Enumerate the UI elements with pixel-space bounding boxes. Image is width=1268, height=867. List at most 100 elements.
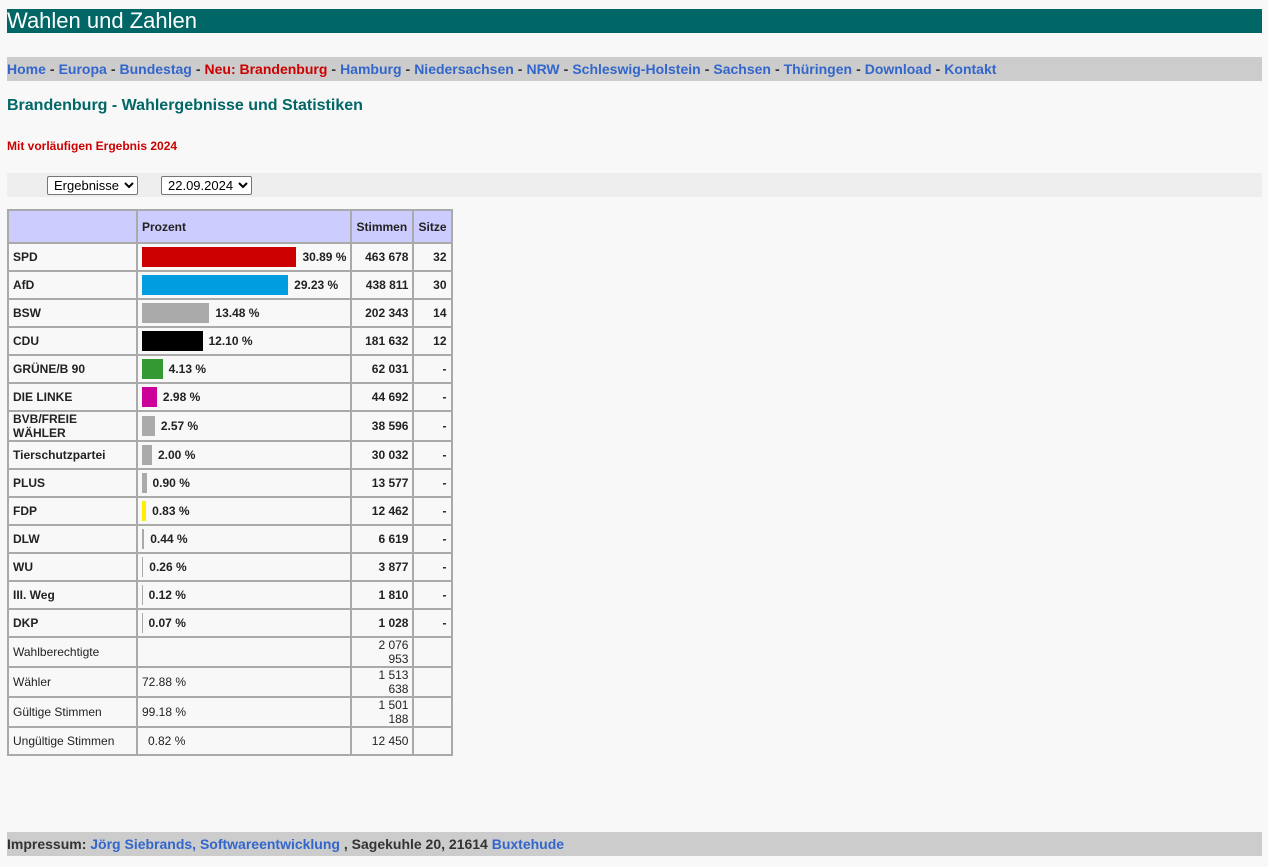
nav-link-bundestag[interactable]: Bundestag [119,61,191,77]
party-percent-bar [142,557,144,577]
party-percent-bar [142,613,143,633]
party-votes: 12 462 [350,496,415,526]
party-bar-wrap: 2.57 % [142,416,346,436]
party-votes: 13 577 [350,468,415,498]
party-votes: 44 692 [350,382,415,412]
nav-separator: - [517,61,523,77]
site-header: Wahlen und Zahlen [7,9,1262,33]
stats-row: Wähler 72.88 % 1 513 638 [7,666,453,698]
party-percent-cell: 29.23 % [135,270,353,300]
stats-value: 1 513 638 [350,666,415,698]
nav-link-home[interactable]: Home [7,61,46,77]
nav-link-schleswig-holstein[interactable]: Schleswig-Holstein [572,61,700,77]
party-seats: - [412,382,453,412]
party-row: WU 0.26 % 3 877- [7,552,453,582]
party-seats: - [412,354,453,384]
imprint-label: Impressum: [7,836,87,852]
party-votes: 62 031 [350,354,415,384]
date-select[interactable]: 22.09.2024 [161,176,252,195]
stats-empty [412,726,453,756]
nav-link-thuringen[interactable]: Thüringen [784,61,852,77]
nav-link-hamburg[interactable]: Hamburg [340,61,401,77]
party-row: DIE LINKE 2.98 % 44 692- [7,382,453,412]
nav-separator: - [774,61,780,77]
party-name: BSW [7,298,138,328]
party-seats: - [412,580,453,610]
party-seats: - [412,496,453,526]
party-row: CDU 12.10 % 181 632 12 [7,326,453,356]
party-votes: 3 877 [350,552,415,582]
party-percent-label: 29.23 % [294,278,339,292]
party-percent-label: 0.44 % [150,532,188,546]
party-name: WU [7,552,138,582]
party-percent-label: 2.98 % [162,390,201,404]
party-bar-wrap: 2.00 % [142,445,346,465]
nav-link-europa[interactable]: Europa [59,61,107,77]
nav-link-nrw[interactable]: NRW [526,61,559,77]
party-bar-wrap: 0.44 % [142,529,346,549]
imprint-city-link[interactable]: Buxtehude [492,836,564,852]
nav-link-download[interactable]: Download [865,61,932,77]
party-row: GRÜNE/B 90 4.13 % 62 031- [7,354,453,384]
party-votes: 6 619 [350,524,415,554]
party-percent-cell: 0.26 % [135,552,353,582]
party-bar-wrap: 0.83 % [142,501,346,521]
party-seats: - [412,410,453,442]
imprint-company-link[interactable]: Jörg Siebrands, Softwareentwicklung [90,836,340,852]
party-percent-bar [142,247,297,267]
party-percent-cell: 2.00 % [135,440,353,470]
party-name: GRÜNE/B 90 [7,354,138,384]
party-bar-wrap: 12.10 % [142,331,346,351]
party-percent-cell: 2.98 % [135,382,353,412]
party-percent-cell: 0.44 % [135,524,353,554]
party-percent-label: 2.00 % [158,448,196,462]
party-percent-bar [142,529,145,549]
stats-label: Ungültige Stimmen [7,726,138,756]
party-votes: 181 632 [350,326,415,356]
stats-empty [412,696,453,728]
nav-link-niedersachsen[interactable]: Niedersachsen [414,61,514,77]
party-votes: 202 343 [350,298,415,328]
party-bar-wrap: 29.23 % [142,275,346,295]
party-bar-wrap: 2.98 % [142,387,346,407]
party-percent-cell: 0.90 % [135,468,353,498]
party-seats: 32 [412,242,453,272]
party-row: III. Weg 0.12 % 1 810- [7,580,453,610]
header-party [7,209,138,244]
party-percent-label: 4.13 % [168,362,206,376]
party-percent-bar [142,331,203,351]
stats-empty [412,666,453,698]
party-percent-label: 30.89 % [302,250,347,264]
nav-link-sachsen[interactable]: Sachsen [713,61,771,77]
stats-empty [412,636,453,668]
party-row: BVB/FREIE WÄHLER 2.57 % 38 596- [7,410,453,442]
header-votes: Stimmen [350,209,415,244]
party-seats: - [412,468,453,498]
stats-row: Gültige Stimmen 99.18 % 1 501 188 [7,696,453,728]
party-votes: 30 032 [350,440,415,470]
party-percent-label: 2.57 % [160,419,199,433]
nav-separator: - [110,61,116,77]
party-votes: 1 028 [350,608,415,638]
party-seats: - [412,440,453,470]
nav-separator: - [405,61,411,77]
party-row: SPD 30.89 % 463 678 32 [7,242,453,272]
stats-row: Wahlberechtigte 2 076 953 [7,636,453,668]
view-select[interactable]: Ergebnisse [47,176,138,195]
party-row: Tierschutzpartei 2.00 % 30 032- [7,440,453,470]
party-row: BSW 13.48 % 202 343 14 [7,298,453,328]
nav-separator: - [935,61,941,77]
nav-link-neu-brandenburg[interactable]: Neu: Brandenburg [205,61,328,77]
party-seats: 30 [412,270,453,300]
party-seats: - [412,524,453,554]
nav-link-kontakt[interactable]: Kontakt [944,61,996,77]
party-seats: - [412,608,453,638]
party-percent-cell: 0.83 % [135,496,353,526]
party-row: DLW 0.44 % 6 619- [7,524,453,554]
stats-value: 2 076 953 [350,636,415,668]
party-percent-bar [142,275,289,295]
party-percent-cell: 2.57 % [135,410,353,442]
party-bar-wrap: 0.12 % [142,585,346,605]
party-percent-bar [142,445,152,465]
nav-separator: - [49,61,55,77]
